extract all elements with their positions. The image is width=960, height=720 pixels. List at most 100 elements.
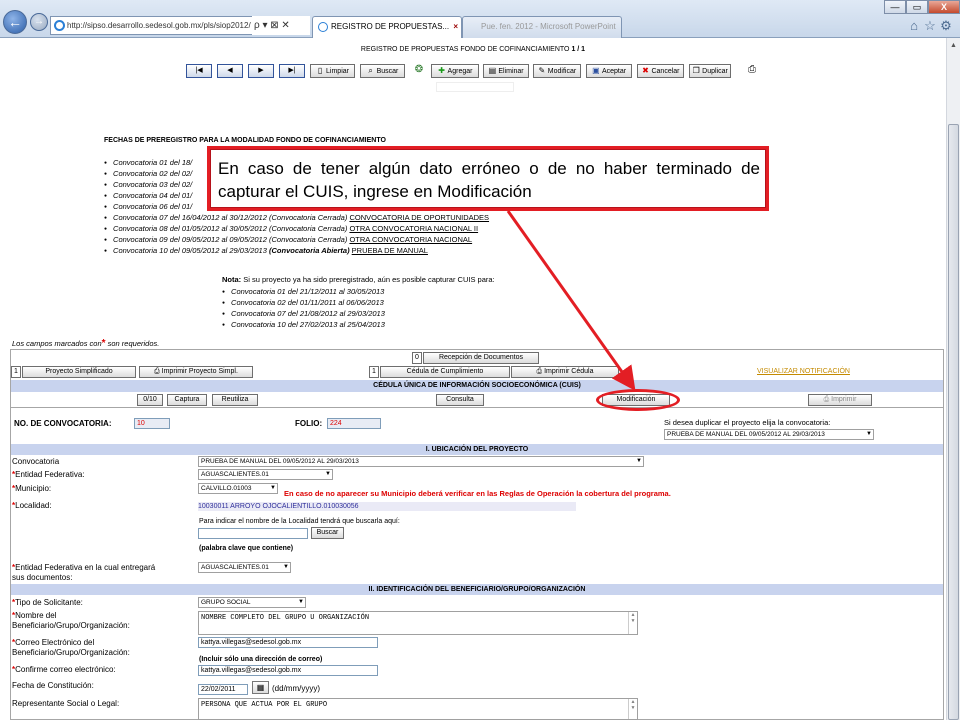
municipio-select[interactable]: CALVILLO.01003 ▼ bbox=[198, 483, 278, 494]
fecha-label: Fecha de Constitución: bbox=[12, 681, 94, 690]
agregar-button[interactable]: ✚ Agregar bbox=[431, 64, 479, 78]
nombre-label: *Nombre del bbox=[12, 611, 57, 620]
chevron-down-icon: ▼ bbox=[636, 458, 642, 464]
home-icon[interactable]: ⌂ bbox=[906, 18, 922, 34]
confirme-field[interactable]: kattya.villegas@sedesol.gob.mx bbox=[198, 665, 378, 676]
close-tab-icon[interactable]: × bbox=[453, 17, 458, 37]
reutiliza-button[interactable]: Reutiliza bbox=[212, 394, 258, 406]
print-icon: ⎙ bbox=[823, 396, 832, 403]
section-identificacion: II. IDENTIFICACIÓN DEL BENEFICIARIO/GRUP… bbox=[11, 584, 943, 595]
forward-button[interactable]: → bbox=[30, 13, 48, 31]
nombre-textarea[interactable]: NOMBRE COMPLETO DEL GRUPO U ORGANIZACIÓN… bbox=[198, 611, 638, 635]
aceptar-button[interactable]: ▣ Aceptar bbox=[586, 64, 632, 78]
maximize-button[interactable]: ▭ bbox=[906, 0, 928, 14]
duplicar-select[interactable]: PRUEBA DE MANUAL DEL 09/05/2012 AL 29/03… bbox=[664, 429, 874, 440]
list-item: Convocatoria 10 del 27/02/2013 al 25/04/… bbox=[222, 319, 385, 330]
page-title: REGISTRO DE PROPUESTAS FONDO DE COFINANC… bbox=[360, 46, 586, 53]
print-icon: ⎙ bbox=[154, 368, 162, 375]
representante-textarea[interactable]: PERSONA QUE ACTUA POR EL GRUPO ▲ ▼ bbox=[198, 698, 638, 720]
representante-label: Representante Social o Legal: bbox=[12, 699, 120, 708]
consulta-button[interactable]: Consulta bbox=[436, 394, 484, 406]
list-item: Convocatoria 07 del 21/08/2012 al 29/03/… bbox=[222, 308, 385, 319]
chevron-down-icon: ▼ bbox=[270, 485, 276, 491]
cedula-cumplimiento-button[interactable]: Cédula de Cumplimiento bbox=[380, 366, 510, 378]
modificar-button[interactable]: ✎ Modificar bbox=[533, 64, 581, 78]
entidad-select[interactable]: AGUASCALIENTES.01 ▼ bbox=[198, 469, 333, 480]
required-note: Los campos marcados con* son requeridos. bbox=[12, 338, 160, 349]
minimize-button[interactable]: — bbox=[884, 0, 906, 14]
convocatoria-select[interactable]: PRUEBA DE MANUAL DEL 09/05/2012 AL 29/03… bbox=[198, 456, 644, 467]
page-scrollbar[interactable]: ▲ bbox=[946, 38, 960, 720]
limpiar-button[interactable]: ▯ Limpiar bbox=[310, 64, 355, 78]
proyecto-simplificado-button[interactable]: Proyecto Simplificado bbox=[22, 366, 136, 378]
next-record-button[interactable]: ▶ bbox=[248, 64, 274, 78]
list-item: Convocatoria 08 del 01/05/2012 al 30/05/… bbox=[104, 223, 489, 234]
tab-registro[interactable]: REGISTRO DE PROPUESTAS... × bbox=[312, 16, 462, 38]
close-window-button[interactable]: X bbox=[928, 0, 960, 14]
fecha-field[interactable]: 22/02/2011 bbox=[198, 684, 248, 695]
close-icon: ✖ bbox=[642, 66, 649, 75]
nota-list: Convocatoria 01 del 21/12/2011 al 30/05/… bbox=[222, 286, 385, 330]
correo-label: *Correo Electrónico del bbox=[12, 638, 95, 647]
imprimir-button[interactable]: ⎙ Imprimir bbox=[808, 394, 872, 406]
last-record-button[interactable]: ▶| bbox=[279, 64, 305, 78]
eliminar-button[interactable]: ▤ Eliminar bbox=[483, 64, 529, 78]
no-convocatoria-label: NO. DE CONVOCATORIA: bbox=[14, 419, 112, 428]
tab-powerpoint[interactable]: Pue. fen. 2012 - Microsoft PowerPoint bbox=[462, 16, 622, 38]
list-item: Convocatoria 07 del 16/04/2012 al 30/12/… bbox=[104, 212, 489, 223]
scrollbar[interactable]: ▲ ▼ bbox=[628, 699, 637, 719]
list-item: Convocatoria 01 del 21/12/2011 al 30/05/… bbox=[222, 286, 385, 297]
convocatoria-link[interactable]: OTRA CONVOCATORIA NACIONAL bbox=[349, 235, 472, 244]
trash-icon: ▤ bbox=[488, 66, 497, 75]
convocatoria-link[interactable]: OTRA CONVOCATORIA NACIONAL II bbox=[349, 224, 478, 233]
ie-icon bbox=[54, 20, 65, 31]
cuis-title-bar: CÉDULA ÚNICA DE INFORMACIÓN SOCIOECONÓMI… bbox=[11, 380, 943, 392]
buscar-button[interactable]: ⌕ Buscar bbox=[360, 64, 405, 78]
browser-chrome: ← → http://sipso.desarrollo.sedesol.gob.… bbox=[0, 0, 960, 38]
calendar-icon[interactable]: ▦ bbox=[252, 681, 269, 694]
captura-button[interactable]: Captura bbox=[167, 394, 207, 406]
correo-label-2: Beneficiario/Grupo/Organización: bbox=[12, 648, 130, 657]
prev-record-button[interactable]: ◀ bbox=[217, 64, 243, 78]
correo-hint: (Incluir sólo una dirección de correo) bbox=[199, 656, 323, 663]
scroll-thumb[interactable] bbox=[948, 124, 959, 720]
no-convocatoria-field[interactable]: 10 bbox=[134, 418, 170, 429]
back-button[interactable]: ← bbox=[3, 10, 27, 34]
duplicar-text: Si desea duplicar el proyecto elija la c… bbox=[664, 418, 831, 427]
entidad-docs-select[interactable]: AGUASCALIENTES.01 ▼ bbox=[198, 562, 291, 573]
municipio-warning: En caso de no aparecer su Municipio debe… bbox=[284, 489, 671, 498]
proj-count: 1 bbox=[11, 366, 21, 378]
entidad-docs-label: *Entidad Federativa en la cual entregará bbox=[12, 563, 156, 572]
nota-text: Nota: Si su proyecto ya ha sido preregis… bbox=[222, 275, 495, 284]
buscar-localidad-button[interactable]: Buscar bbox=[311, 527, 344, 539]
first-record-button[interactable]: |◀ bbox=[186, 64, 212, 78]
docs-count: 0 bbox=[412, 352, 422, 364]
recepcion-documentos-button[interactable]: Recepción de Documentos bbox=[423, 352, 539, 364]
list-item: Convocatoria 10 del 09/05/2012 al 29/03/… bbox=[104, 245, 489, 256]
print-icon[interactable]: ⎙ bbox=[740, 64, 764, 78]
tab-title: REGISTRO DE PROPUESTAS... bbox=[331, 22, 450, 31]
imprimir-cedula-button[interactable]: ⎙ Imprimir Cédula bbox=[511, 366, 619, 378]
edit-icon: ✎ bbox=[538, 66, 546, 75]
confirme-label: *Confirme correo electrónico: bbox=[12, 665, 116, 674]
scroll-up-icon[interactable]: ▲ bbox=[948, 40, 959, 52]
page-icon: ▯ bbox=[317, 66, 323, 75]
tipo-solicitante-select[interactable]: GRUPO SOCIAL ▼ bbox=[198, 597, 306, 608]
folio-field[interactable]: 224 bbox=[327, 418, 381, 429]
callout-text: En caso de tener algún dato erróneo o de… bbox=[218, 159, 760, 201]
address-controls[interactable]: ρ ▾ ⊠ ✕ bbox=[252, 16, 310, 35]
record-toolbar: |◀ ◀ ▶ ▶| ▯ Limpiar ⌕ Buscar ❂ ✚ Agregar ▤ E… bbox=[0, 64, 946, 78]
correo-field[interactable]: kattya.villegas@sedesol.gob.mx bbox=[198, 637, 378, 648]
imprimir-proyecto-button[interactable]: ⎙ Imprimir Proyecto Simpl. bbox=[139, 366, 253, 378]
visualizar-notificacion-link[interactable]: VISUALIZAR NOTIFICACIÓN bbox=[757, 368, 850, 375]
chevron-down-icon: ▼ bbox=[866, 431, 872, 437]
fecha-format: (dd/mm/yyyy) bbox=[272, 684, 320, 693]
duplicar-button[interactable]: ❐ Duplicar bbox=[689, 64, 731, 78]
scrollbar[interactable]: ▲ ▼ bbox=[628, 612, 637, 634]
convocatoria-link[interactable]: CONVOCATORIA DE OPORTUNIDADES bbox=[349, 213, 489, 222]
cancelar-button[interactable]: ✖ Cancelar bbox=[637, 64, 684, 78]
localidad-search-input[interactable] bbox=[198, 528, 308, 539]
convocatoria-link[interactable]: PRUEBA DE MANUAL bbox=[352, 246, 428, 255]
gear-icon[interactable]: ⚙ bbox=[938, 18, 954, 34]
star-icon[interactable]: ☆ bbox=[922, 18, 938, 34]
